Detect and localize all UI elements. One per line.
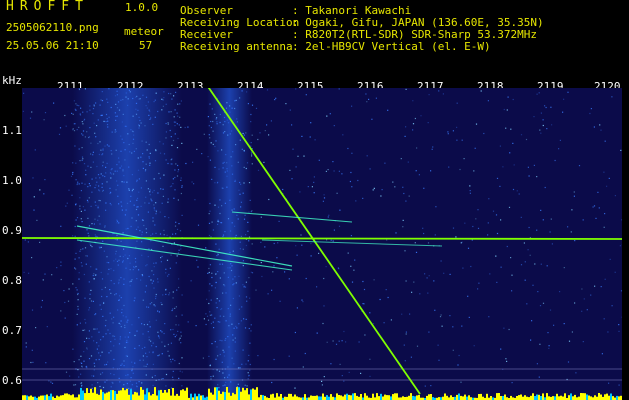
y-tick: 0.8 bbox=[2, 274, 22, 287]
spectrogram bbox=[22, 88, 622, 400]
app-title: HROFFT bbox=[6, 0, 89, 14]
file-name: 2505062110.png bbox=[6, 21, 99, 34]
y-axis-label: kHz bbox=[2, 74, 22, 87]
y-tick: 0.7 bbox=[2, 324, 22, 337]
y-tick: 1.1 bbox=[2, 124, 22, 137]
carrier-trace bbox=[22, 237, 622, 240]
info-value-antenna: : 2el-HB9CV Vertical (el. E-W) bbox=[292, 40, 491, 53]
app-version: 1.0.0 bbox=[125, 1, 159, 14]
event-count: 57 bbox=[139, 39, 153, 52]
noise-band bbox=[207, 88, 252, 400]
y-tick: 1.0 bbox=[2, 174, 22, 187]
y-tick: 0.9 bbox=[2, 224, 22, 237]
info-label-antenna: Receiving antenna bbox=[180, 40, 293, 53]
file-datetime: 25.05.06 21:10 bbox=[6, 39, 99, 52]
noise-band bbox=[72, 88, 182, 400]
event-label: meteor bbox=[124, 25, 164, 38]
y-tick: 0.6 bbox=[2, 374, 22, 387]
